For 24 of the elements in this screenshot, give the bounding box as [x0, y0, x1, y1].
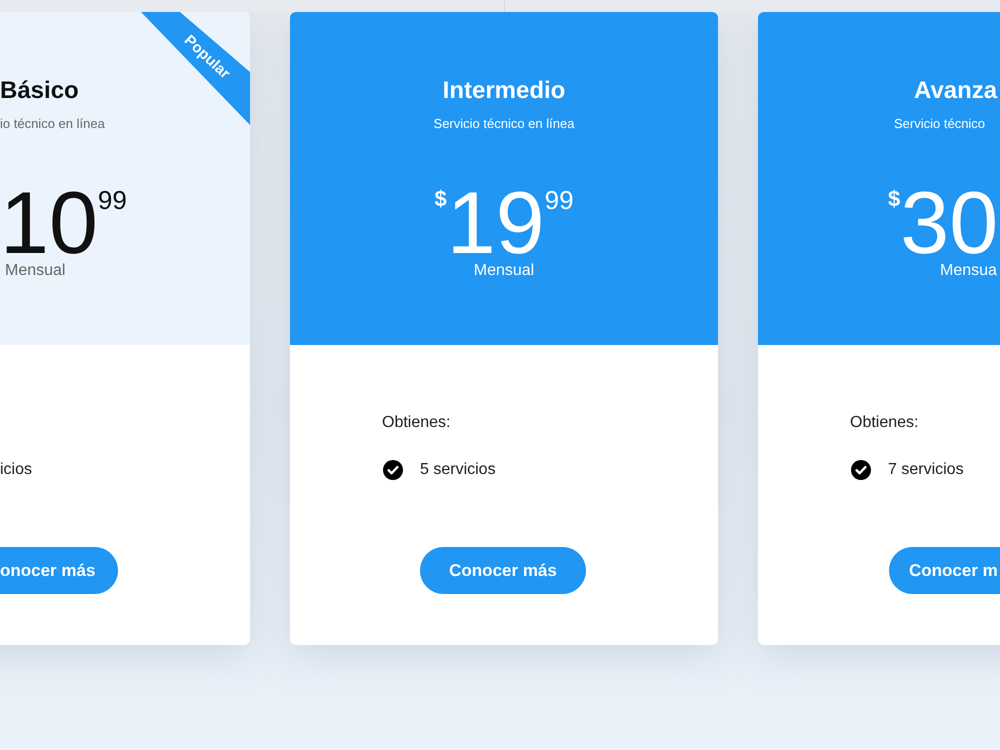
- learn-more-button[interactable]: onocer más: [0, 547, 118, 594]
- price-cents: 99: [98, 187, 127, 213]
- billing-period: Mensua: [940, 263, 997, 279]
- feature-text: 5 servicios: [420, 460, 496, 480]
- feature-text: 7 servicios: [888, 460, 964, 480]
- plan-title: Intermedio: [442, 77, 566, 105]
- price-amount: 30: [900, 183, 998, 263]
- plan-subtitle: io técnico en línea: [0, 115, 105, 133]
- learn-more-button[interactable]: Conocer m: [889, 547, 1000, 594]
- feature-text: icios: [0, 460, 32, 480]
- price-cents: 99: [544, 187, 574, 213]
- price-amount: 10: [0, 183, 98, 263]
- features-heading: Obtienes:: [382, 413, 450, 433]
- plan-subtitle: Servicio técnico en línea: [434, 115, 574, 133]
- currency-symbol: $: [434, 188, 447, 210]
- features-heading: Obtienes:: [850, 413, 918, 433]
- price-amount: 19: [446, 183, 545, 263]
- billing-period: Mensual: [474, 263, 534, 279]
- currency-symbol: $: [888, 188, 900, 210]
- plan-subtitle: Servicio técnico: [894, 115, 986, 133]
- learn-more-button[interactable]: Conocer más: [420, 547, 586, 594]
- plan-title: Básico: [0, 77, 79, 105]
- plan-title: Avanza: [914, 77, 998, 105]
- billing-period: Mensual: [5, 263, 66, 279]
